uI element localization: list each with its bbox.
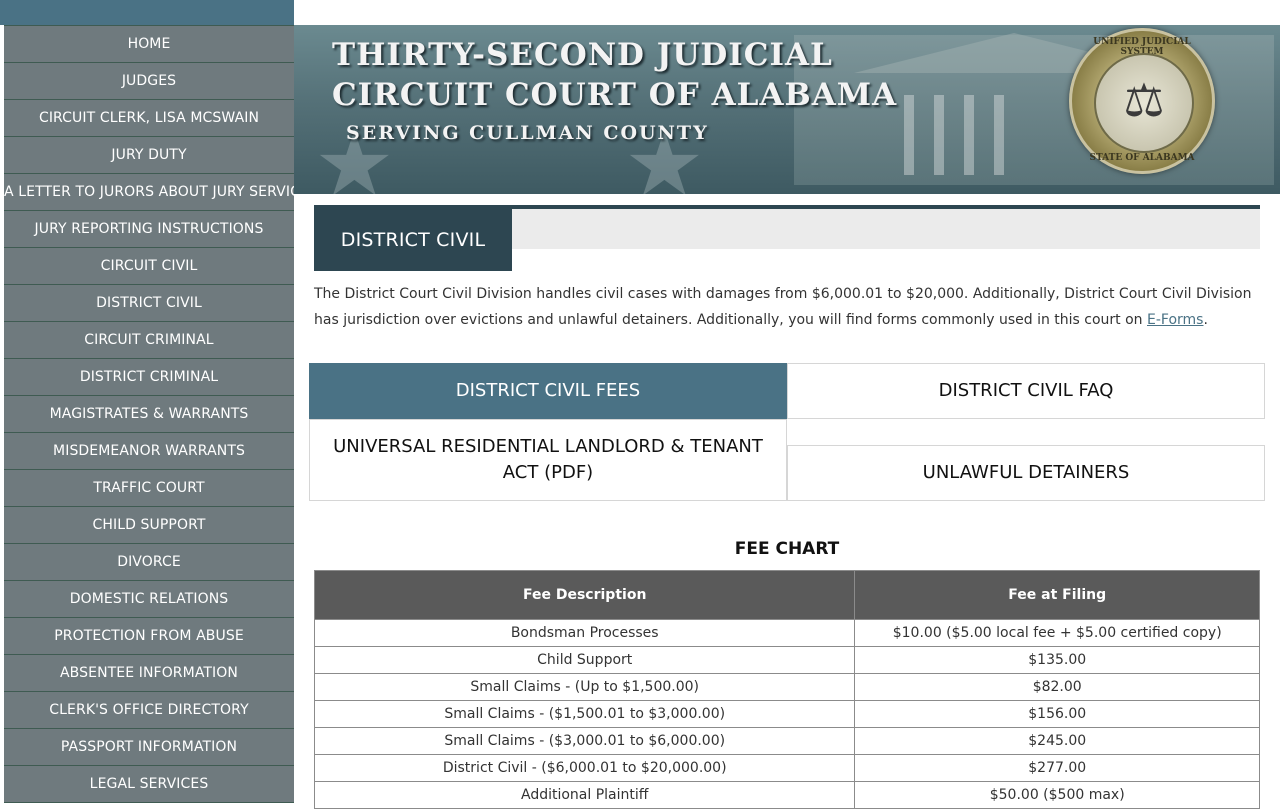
sidebar-item-protection-from-abuse[interactable]: PROTECTION FROM ABUSE [4, 618, 294, 655]
fee-amount-cell: $10.00 ($5.00 local fee + $5.00 certifie… [854, 619, 1260, 647]
fee-chart-table: Fee Description Fee at Filing Bondsman P… [313, 570, 1260, 809]
sidebar-nav: HOME JUDGES CIRCUIT CLERK, LISA MCSWAIN JUR… [0, 25, 294, 803]
table-row: Small Claims - ($1,500.01 to $3,000.00) $… [313, 700, 1260, 728]
fee-chart-heading: FEE CHART [734, 539, 840, 559]
fee-amount-cell: $245.00 [854, 727, 1260, 755]
intro-text: The District Court Civil Division handle… [314, 286, 1252, 328]
courthouse-column [934, 95, 944, 175]
column-header: Fee Description [313, 570, 856, 620]
sidebar-item-circuit-criminal[interactable]: CIRCUIT CRIMINAL [4, 322, 294, 359]
sidebar-item-district-criminal[interactable]: DISTRICT CRIMINAL [4, 359, 294, 396]
state-seal-logo: UNIFIED JUDICIAL SYSTEM ⚖ STATE OF ALABA… [1069, 28, 1215, 174]
sidebar-item-absentee-information[interactable]: ABSENTEE INFORMATION [4, 655, 294, 692]
sidebar-item-misdemeanor-warrants[interactable]: MISDEMEANOR WARRANTS [4, 433, 294, 470]
sidebar-item-passport-information[interactable]: PASSPORT INFORMATION [4, 729, 294, 766]
table-row: District Civil - ($6,000.01 to $20,000.0… [313, 754, 1260, 782]
sidebar-item-divorce[interactable]: DIVORCE [4, 544, 294, 581]
sidebar-item-magistrates-warrants[interactable]: MAGISTRATES & WARRANTS [4, 396, 294, 433]
fee-description-cell: Small Claims - ($1,500.01 to $3,000.00) [313, 700, 856, 728]
sidebar-item-judges[interactable]: JUDGES [4, 63, 294, 100]
sidebar-item-child-support[interactable]: CHILD SUPPORT [4, 507, 294, 544]
courthouse-column [994, 95, 1004, 175]
fee-description-cell: Small Claims - ($3,000.01 to $6,000.00) [313, 727, 856, 755]
intro-end: . [1203, 312, 1208, 328]
fee-description-cell: Child Support [313, 646, 856, 674]
sidebar-top-bar [0, 0, 294, 25]
sidebar-item-clerk-s-office-directory[interactable]: CLERK'S OFFICE DIRECTORY [4, 692, 294, 729]
site-header-banner: ★ ★ THIRTY-SECOND JUDICIAL CIRCUIT COURT… [294, 25, 1280, 194]
table-row: Child Support $135.00 [313, 646, 1260, 674]
sidebar-item-district-civil[interactable]: DISTRICT CIVIL [4, 285, 294, 322]
site-subtitle: SERVING CULLMAN COUNTY [346, 122, 709, 144]
sidebar-item-circuit-clerk-lisa-mcswain[interactable]: CIRCUIT CLERK, LISA MCSWAIN [4, 100, 294, 137]
site-title-line2: CIRCUIT COURT OF ALABAMA [332, 77, 898, 113]
fee-amount-cell: $50.00 ($500 max) [854, 781, 1260, 809]
sidebar-item-circuit-civil[interactable]: CIRCUIT CIVIL [4, 248, 294, 285]
fee-amount-cell: $82.00 [854, 673, 1260, 701]
sidebar-item-domestic-relations[interactable]: DOMESTIC RELATIONS [4, 581, 294, 618]
table-row: Small Claims - (Up to $1,500.00) $82.00 [313, 673, 1260, 701]
fee-description-cell: Bondsman Processes [313, 619, 856, 647]
table-header-row: Fee Description Fee at Filing [313, 570, 1260, 620]
seal-text-bottom: STATE OF ALABAMA [1089, 153, 1195, 163]
eforms-link[interactable]: E-Forms [1147, 312, 1203, 328]
tab-unlawful-detainers[interactable]: UNLAWFUL DETAINERS [787, 445, 1265, 501]
fee-amount-cell: $156.00 [854, 700, 1260, 728]
table-row: Bondsman Processes $10.00 ($5.00 local fe… [313, 619, 1260, 647]
seal-center: ⚖ [1094, 53, 1194, 153]
table-row: Additional Plaintiff $50.00 ($500 max) [313, 781, 1260, 809]
sidebar-item-home[interactable]: HOME [4, 25, 294, 63]
tab-district-civil-faq[interactable]: DISTRICT CIVIL FAQ [787, 363, 1265, 419]
fee-amount-cell: $277.00 [854, 754, 1260, 782]
site-title-line1: THIRTY-SECOND JUDICIAL [332, 37, 833, 73]
fee-chart-body: Bondsman Processes $10.00 ($5.00 local fe… [313, 619, 1260, 809]
fee-amount-cell: $135.00 [854, 646, 1260, 674]
sidebar: HOME JUDGES CIRCUIT CLERK, LISA MCSWAIN JUR… [0, 0, 294, 803]
sidebar-item-legal-services[interactable]: LEGAL SERVICES [4, 766, 294, 803]
intro-paragraph: The District Court Civil Division handle… [314, 281, 1260, 333]
tab-landlord-tenant-act[interactable]: UNIVERSAL RESIDENTIAL LANDLORD & TENANT … [309, 419, 787, 501]
fee-description-cell: Additional Plaintiff [313, 781, 856, 809]
sidebar-item-a-letter-to-jurors-about-jury-service[interactable]: A LETTER TO JURORS ABOUT JURY SERVICE [4, 174, 294, 211]
tab-district-civil-fees[interactable]: DISTRICT CIVIL FEES [309, 363, 787, 419]
sidebar-item-traffic-court[interactable]: TRAFFIC COURT [4, 470, 294, 507]
courthouse-column [964, 95, 974, 175]
sidebar-item-jury-duty[interactable]: JURY DUTY [4, 137, 294, 174]
sidebar-item-jury-reporting-instructions[interactable]: JURY REPORTING INSTRUCTIONS [4, 211, 294, 248]
fee-description-cell: District Civil - ($6,000.01 to $20,000.0… [313, 754, 856, 782]
courthouse-column [904, 95, 914, 175]
scales-of-justice-icon: ⚖ [1123, 73, 1165, 127]
column-header: Fee at Filing [854, 570, 1260, 620]
fee-description-cell: Small Claims - (Up to $1,500.00) [313, 673, 856, 701]
table-row: Small Claims - ($3,000.01 to $6,000.00) $… [313, 727, 1260, 755]
page-title: DISTRICT CIVIL [314, 205, 512, 271]
